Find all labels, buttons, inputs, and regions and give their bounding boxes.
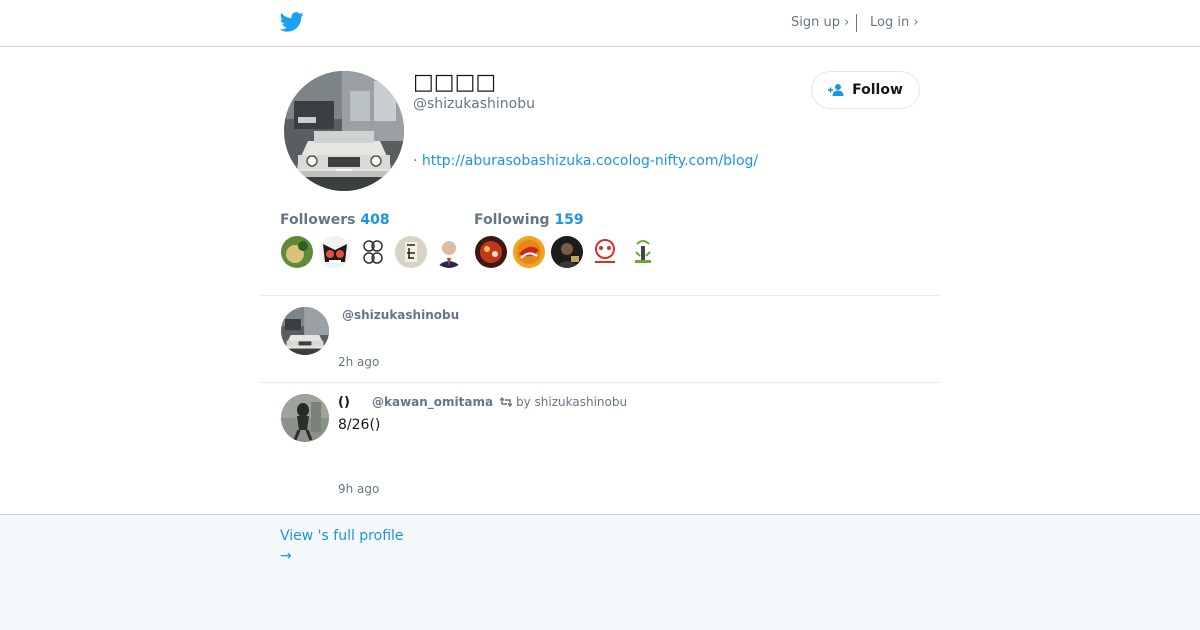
tweet-author-handle[interactable]: @shizukashinobu <box>342 308 459 322</box>
follow-label: Follow <box>852 82 903 98</box>
tweet-author-avatar[interactable] <box>281 394 329 442</box>
section-divider <box>260 295 940 296</box>
followers-count-link[interactable]: Followers 408 <box>280 212 390 228</box>
following-avatar[interactable] <box>551 236 583 268</box>
profile-screen-name: @shizukashinobu <box>413 96 535 112</box>
follow-person-icon <box>828 84 844 96</box>
tweet-timestamp[interactable]: 9h ago <box>338 482 379 496</box>
sign-up-link[interactable]: Sign up › <box>791 15 849 30</box>
followers-number: 408 <box>360 212 390 228</box>
tweet-author-name[interactable]: () <box>338 395 350 410</box>
tweet-text: 8/26() <box>338 417 381 433</box>
retweet-by-label[interactable]: by shizukashinobu <box>516 395 627 409</box>
follower-avatar[interactable] <box>357 236 389 268</box>
followers-avatar-row <box>281 236 465 268</box>
tweet-author-handle[interactable]: @kawan_omitama <box>372 395 493 409</box>
tweet-timestamp[interactable]: 2h ago <box>338 355 379 369</box>
tweet-divider <box>260 382 940 383</box>
followers-label: Followers <box>280 212 356 228</box>
following-avatar[interactable] <box>513 236 545 268</box>
following-avatar[interactable] <box>475 236 507 268</box>
profile-avatar[interactable] <box>284 71 404 191</box>
follow-button[interactable]: Follow <box>811 71 920 109</box>
log-in-link[interactable]: Log in › <box>870 15 919 30</box>
nav-divider <box>856 14 857 32</box>
retweet-info: by shizukashinobu <box>500 395 627 409</box>
following-avatar[interactable] <box>589 236 621 268</box>
follower-avatar[interactable] <box>433 236 465 268</box>
footer: View 's full profile → <box>0 514 1200 630</box>
url-prefix: · <box>413 153 422 169</box>
profile-avatar-image <box>284 71 404 191</box>
profile-url-line: · http://aburasobashizuka.cocolog-nifty.… <box>413 153 758 169</box>
view-full-profile-label: View 's full profile <box>280 528 404 544</box>
tweet-author-avatar[interactable] <box>281 307 329 355</box>
follower-avatar[interactable] <box>281 236 313 268</box>
retweet-icon <box>500 397 512 407</box>
top-bar: Sign up › Log in › <box>0 0 1200 47</box>
twitter-bird-icon[interactable] <box>280 11 304 33</box>
following-avatar-row <box>475 236 659 268</box>
profile-url-link[interactable]: http://aburasobashizuka.cocolog-nifty.co… <box>422 153 758 169</box>
follower-avatar[interactable] <box>319 236 351 268</box>
profile-display-name: □□□□ <box>413 70 497 95</box>
following-avatar[interactable] <box>627 236 659 268</box>
follower-avatar[interactable] <box>395 236 427 268</box>
following-label: Following <box>474 212 550 228</box>
following-count-link[interactable]: Following 159 <box>474 212 584 228</box>
arrow-right-icon: → <box>280 548 292 564</box>
view-full-profile-link[interactable]: View 's full profile → <box>280 526 404 566</box>
following-number: 159 <box>554 212 584 228</box>
